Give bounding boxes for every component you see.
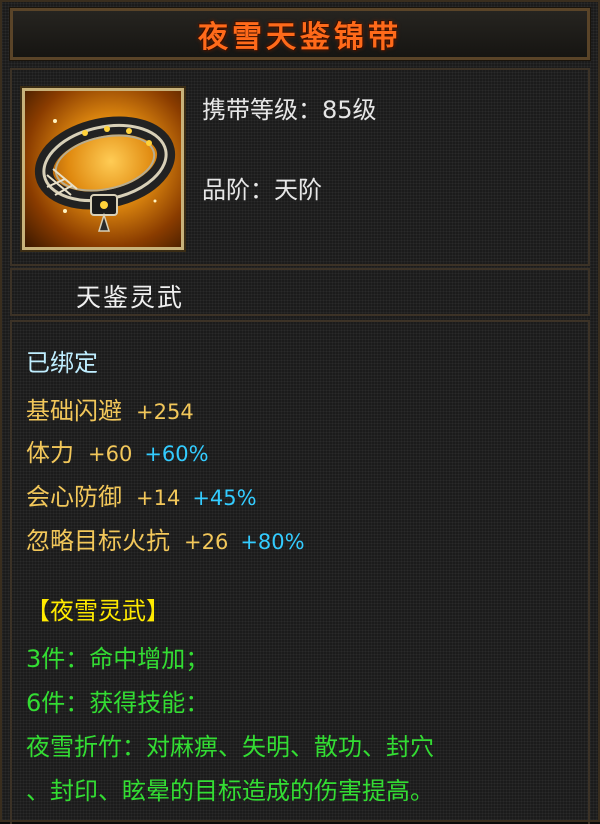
belt-icon (20, 86, 186, 252)
attribute-row: 忽略目标火抗 +26 +80% (26, 526, 305, 557)
item-grade: 品阶：天阶 (202, 176, 322, 204)
subtitle-bar: 天鉴灵武 (10, 268, 590, 316)
item-series: 天鉴灵武 (76, 283, 185, 312)
attribute-row: 基础闪避 +254 (26, 396, 194, 427)
set-bonus-line: 夜雪折竹：对麻痹、失明、散功、封穴 (26, 733, 434, 761)
attribute-percent: +45% (192, 486, 257, 510)
attribute-row: 会心防御 +14 +45% (26, 482, 257, 513)
item-info-section: 携带等级：85级 品阶：天阶 (10, 68, 590, 266)
attribute-name: 基础闪避 (26, 397, 122, 425)
set-bonus-line: 、封印、眩晕的目标造成的伤害提高。 (26, 777, 434, 805)
attribute-row: 体力 +60 +60% (26, 438, 209, 469)
attribute-percent: +60% (144, 442, 209, 466)
attribute-name: 体力 (26, 439, 74, 467)
carry-level: 携带等级：85级 (202, 96, 377, 124)
set-bonus-line: 3件：命中增加； (26, 645, 210, 673)
attribute-value: +60 (88, 442, 133, 466)
stats-section: 已绑定 基础闪避 +254 体力 +60 +60% 会心防御 +14 +45% 忽略目标火… (10, 320, 590, 824)
attribute-value: +14 (136, 486, 181, 510)
attribute-name: 会心防御 (26, 483, 122, 511)
set-bonus-line: 6件：获得技能： (26, 689, 210, 717)
item-tooltip: 夜雪天鉴锦带 携带等级：85级 品阶：天阶 天鉴灵武 已绑定 基础闪避 +254… (0, 0, 600, 824)
attribute-value: +254 (136, 400, 194, 424)
set-title: 【夜雪灵武】 (26, 597, 170, 625)
item-name: 夜雪天鉴锦带 (198, 20, 402, 55)
attribute-value: +26 (184, 530, 229, 554)
attribute-percent: +80% (240, 530, 305, 554)
title-bar: 夜雪天鉴锦带 (9, 7, 591, 61)
bound-status: 已绑定 (26, 349, 98, 377)
attribute-name: 忽略目标火抗 (26, 527, 170, 555)
